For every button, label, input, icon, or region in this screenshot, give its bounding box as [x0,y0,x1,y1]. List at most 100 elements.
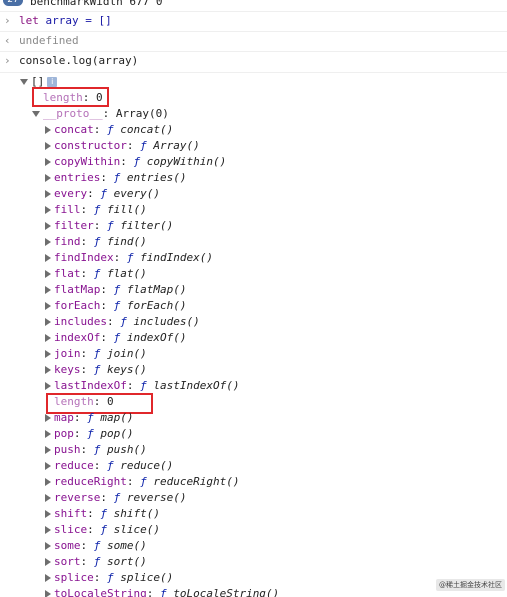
method-shift[interactable]: shift: ƒ shift() [0,506,507,522]
function-name: push() [107,443,147,456]
method-text: splice: ƒ splice() [54,571,174,584]
method-some[interactable]: some: ƒ some() [0,538,507,554]
proto-text: __proto__: Array(0) [43,107,169,120]
method-reduceRight[interactable]: reduceRight: ƒ reduceRight() [0,474,507,490]
method-reverse[interactable]: reverse: ƒ reverse() [0,490,507,506]
method-text: shift: ƒ shift() [54,507,160,520]
method-lastIndexOf[interactable]: lastIndexOf: ƒ lastIndexOf() [0,378,507,394]
method-map[interactable]: map: ƒ map() [0,410,507,426]
collapse-triangle-icon[interactable] [45,302,51,310]
method-slice[interactable]: slice: ƒ slice() [0,522,507,538]
function-marker: ƒ [126,251,141,264]
collapse-triangle-icon[interactable] [45,510,51,518]
method-filter[interactable]: filter: ƒ filter() [0,218,507,234]
property-key: constructor [54,139,127,152]
method-includes[interactable]: includes: ƒ includes() [0,314,507,330]
collapse-triangle-icon[interactable] [45,430,51,438]
collapse-triangle-icon[interactable] [45,366,51,374]
collapse-triangle-icon[interactable] [45,526,51,534]
method-text: indexOf: ƒ indexOf() [54,331,187,344]
property-key: toLocaleString [54,587,147,597]
collapse-triangle-icon[interactable] [45,318,51,326]
method-every[interactable]: every: ƒ every() [0,186,507,202]
console-input-entry[interactable]: › console.log(array) [0,53,507,70]
method-join[interactable]: join: ƒ join() [0,346,507,362]
method-concat[interactable]: concat: ƒ concat() [0,122,507,138]
collapse-triangle-icon[interactable] [45,334,51,342]
collapse-triangle-icon[interactable] [45,382,51,390]
collapse-triangle-icon[interactable] [45,158,51,166]
property-value: Array(0) [115,107,169,120]
function-name: sort() [107,555,147,568]
method-splice[interactable]: splice: ƒ splice() [0,570,507,586]
function-name: concat() [120,123,174,136]
collapse-triangle-icon[interactable] [45,142,51,150]
method-push[interactable]: push: ƒ push() [0,442,507,458]
collapse-triangle-icon[interactable] [45,494,51,502]
function-marker: ƒ [93,347,107,360]
collapse-triangle-icon[interactable] [45,590,51,597]
function-marker: ƒ [107,219,121,232]
collapse-triangle-icon[interactable] [45,206,51,214]
method-keys[interactable]: keys: ƒ keys() [0,362,507,378]
function-name: toLocaleString() [173,587,280,597]
method-findIndex[interactable]: findIndex: ƒ findIndex() [0,250,507,266]
method-text: reverse: ƒ reverse() [54,491,187,504]
function-name: pop() [100,427,134,440]
collapse-triangle-icon[interactable] [45,574,51,582]
method-fill[interactable]: fill: ƒ fill() [0,202,507,218]
property-key: find [54,235,81,248]
collapse-triangle-icon[interactable] [45,254,51,262]
function-marker: ƒ [93,267,107,280]
function-name: findIndex() [140,251,213,264]
function-name: indexOf() [126,331,187,344]
info-icon[interactable]: i [47,77,58,87]
method-constructor[interactable]: constructor: ƒ Array() [0,138,507,154]
collapse-triangle-icon[interactable] [45,222,51,230]
watermark-logo: @稀土掘金技术社区 [436,579,505,591]
collapse-triangle-icon[interactable] [45,174,51,182]
collapse-triangle-icon[interactable] [45,190,51,198]
expand-triangle-icon[interactable] [20,79,28,85]
method-indexOf[interactable]: indexOf: ƒ indexOf() [0,330,507,346]
collapse-triangle-icon[interactable] [45,350,51,358]
method-text: reduceRight: ƒ reduceRight() [54,475,240,488]
collapse-triangle-icon[interactable] [45,462,51,470]
keyword-let: let [19,14,39,27]
method-text: join: ƒ join() [54,347,147,360]
method-text: copyWithin: ƒ copyWithin() [54,155,227,168]
method-find[interactable]: find: ƒ find() [0,234,507,250]
method-pop[interactable]: pop: ƒ pop() [0,426,507,442]
method-flatMap[interactable]: flatMap: ƒ flatMap() [0,282,507,298]
console-input-entry[interactable]: › let array = [] [0,13,507,30]
property-key: reduce [54,459,94,472]
method-flat[interactable]: flat: ƒ flat() [0,266,507,282]
property-key: reverse [54,491,101,504]
method-copyWithin[interactable]: copyWithin: ƒ copyWithin() [0,154,507,170]
method-entries[interactable]: entries: ƒ entries() [0,170,507,186]
collapse-triangle-icon[interactable] [45,286,51,294]
collapse-triangle-icon[interactable] [45,270,51,278]
method-sort[interactable]: sort: ƒ sort() [0,554,507,570]
command-rest: array = [] [38,14,112,27]
function-name: join() [107,347,147,360]
collapse-triangle-icon[interactable] [45,478,51,486]
method-forEach[interactable]: forEach: ƒ forEach() [0,298,507,314]
expand-triangle-icon[interactable] [32,111,40,117]
method-toLocaleString[interactable]: toLocaleString: ƒ toLocaleString() [0,586,507,597]
property-proto[interactable]: __proto__: Array(0) [0,106,507,122]
input-prompt-icon: › [4,54,11,67]
property-key: reduceRight [54,475,127,488]
collapse-triangle-icon[interactable] [45,446,51,454]
function-marker: ƒ [133,155,147,168]
collapse-triangle-icon[interactable] [45,414,51,422]
collapse-triangle-icon[interactable] [45,558,51,566]
input-prompt-icon: › [4,14,11,27]
repeat-count-badge: 27 [3,0,23,6]
collapse-triangle-icon[interactable] [45,238,51,246]
method-text: find: ƒ find() [54,235,147,248]
collapse-triangle-icon[interactable] [45,126,51,134]
collapse-triangle-icon[interactable] [45,542,51,550]
method-reduce[interactable]: reduce: ƒ reduce() [0,458,507,474]
function-marker: ƒ [87,427,101,440]
